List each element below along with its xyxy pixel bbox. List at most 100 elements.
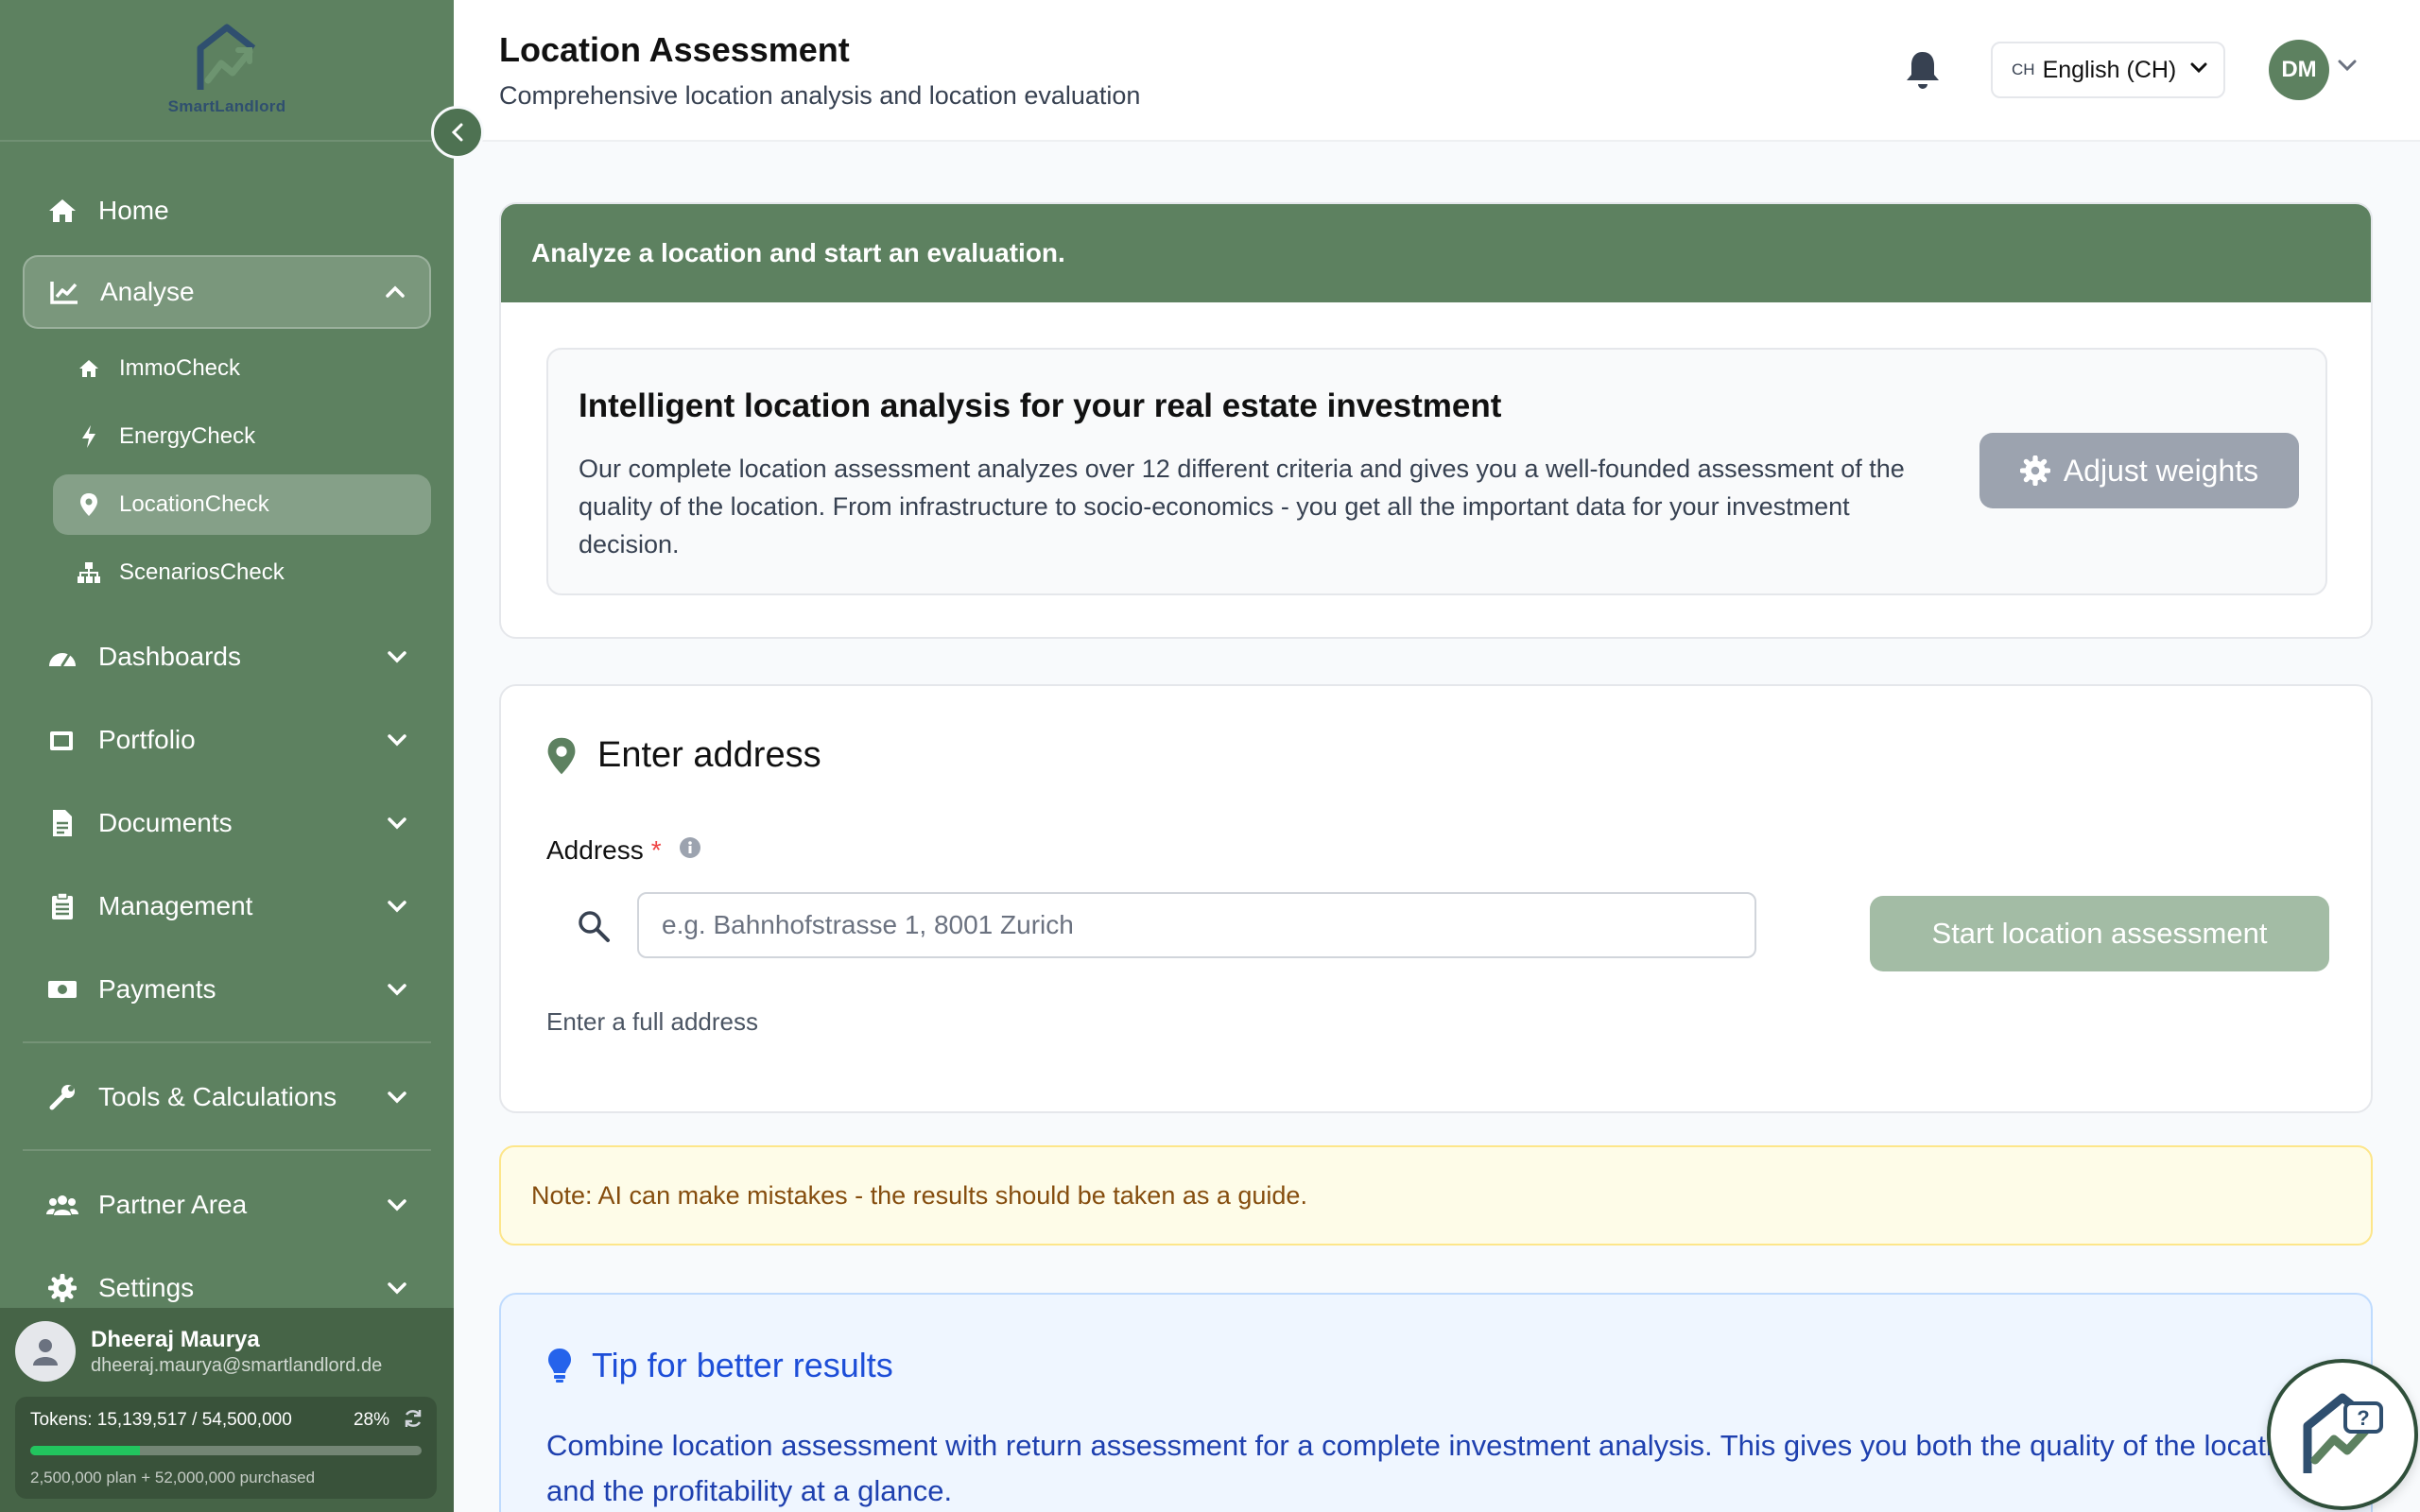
home-icon (42, 198, 83, 224)
document-icon (42, 809, 83, 837)
chevron-left-icon (451, 123, 463, 142)
svg-text:?: ? (2357, 1406, 2369, 1430)
chevron-down-icon (378, 900, 416, 913)
sidebar-item-label: Partner Area (98, 1190, 248, 1219)
sidebar-item-label: Home (98, 196, 169, 225)
chevron-up-icon (376, 285, 414, 299)
adjust-weights-button[interactable]: Adjust weights (1979, 433, 2299, 508)
logo[interactable]: SmartLandlord (0, 0, 454, 142)
sidebar-divider (23, 1149, 431, 1151)
chevron-down-icon (378, 650, 416, 663)
chevron-down-icon[interactable] (2337, 59, 2358, 77)
sidebar-subitem-label: ImmoCheck (119, 355, 241, 381)
address-input[interactable] (637, 892, 1756, 958)
sidebar-subitem-immocheck[interactable]: ImmoCheck (53, 338, 431, 399)
users-icon (42, 1194, 83, 1216)
chart-line-icon (43, 279, 85, 305)
start-location-assessment-button[interactable]: Start location assessment (1870, 896, 2329, 971)
avatar[interactable] (15, 1321, 76, 1382)
user-icon (33, 1339, 58, 1366)
sidebar-divider (23, 1041, 431, 1043)
tip-card: Tip for better results Combine location … (499, 1293, 2373, 1512)
sidebar-subitem-label: EnergyCheck (119, 423, 256, 449)
search-icon (577, 909, 611, 948)
lightbulb-icon (548, 1349, 571, 1383)
wrench-icon (42, 1083, 83, 1111)
chevron-down-icon (378, 1281, 416, 1295)
sidebar-item-tools[interactable]: Tools & Calculations (23, 1060, 431, 1134)
address-section-title: Enter address (546, 735, 821, 776)
sidebar-subitem-scenarioscheck[interactable]: ScenariosCheck (53, 542, 431, 603)
token-breakdown: 2,500,000 plan + 52,000,000 purchased (30, 1469, 316, 1486)
intro-banner: Analyze a location and start an evaluati… (501, 204, 2371, 302)
intro-text: Our complete location assessment analyze… (579, 455, 1905, 558)
token-count: Tokens: 15,139,517 / 54,500,000 (30, 1410, 292, 1430)
token-usage: Tokens: 15,139,517 / 54,500,000 28% 2,50… (15, 1397, 437, 1499)
address-card: Enter address Address * Start location a… (499, 684, 2373, 1113)
sidebar-item-label: Settings (98, 1273, 195, 1302)
token-progress-bar (30, 1446, 422, 1455)
user-email: dheeraj.maurya@smartlandlord.de (91, 1355, 383, 1376)
sidebar-item-documents[interactable]: Documents (23, 786, 431, 860)
help-chat-button[interactable]: ? (2267, 1359, 2418, 1510)
clipboard-icon (42, 892, 83, 920)
intro-title: Intelligent location analysis for your r… (579, 387, 1502, 424)
user-panel: Dheeraj Maurya dheeraj.maurya@smartlandl… (0, 1308, 454, 1512)
chevron-down-icon (378, 816, 416, 830)
gear-icon (42, 1274, 83, 1302)
refresh-icon[interactable] (403, 1408, 424, 1434)
sidebar-subitem-label: LocationCheck (119, 491, 269, 517)
sidebar-item-analyse[interactable]: Analyse (23, 255, 431, 329)
language-select[interactable]: CH English (CH) (1991, 42, 2225, 98)
sidebar-item-label: Dashboards (98, 642, 241, 671)
tip-text: Combine location assessment with return … (546, 1429, 2306, 1507)
bell-icon[interactable] (1904, 49, 1942, 95)
address-section-title-text: Enter address (597, 735, 821, 775)
sidebar-item-label: Management (98, 891, 253, 920)
chevron-down-icon (378, 733, 416, 747)
sidebar-item-label: Portfolio (98, 725, 196, 754)
gauge-icon (42, 645, 83, 668)
tip-title-text: Tip for better results (592, 1346, 893, 1384)
folder-icon (42, 728, 83, 752)
sidebar-collapse-button[interactable] (431, 106, 484, 159)
user-avatar-button[interactable]: DM (2269, 40, 2329, 100)
intro-card: Analyze a location and start an evaluati… (499, 202, 2373, 639)
adjust-weights-label: Adjust weights (2063, 453, 2259, 488)
brand-name: SmartLandlord (167, 97, 286, 115)
user-name: Dheeraj Maurya (91, 1327, 260, 1352)
chevron-down-icon (378, 1091, 416, 1104)
sidebar-item-partner-area[interactable]: Partner Area (23, 1168, 431, 1242)
sidebar-item-dashboards[interactable]: Dashboards (23, 620, 431, 694)
chat-help-icon: ? (2303, 1393, 2383, 1473)
sidebar-item-management[interactable]: Management (23, 869, 431, 943)
sitemap-icon (72, 561, 106, 584)
sidebar-item-label: Payments (98, 974, 216, 1004)
money-icon (42, 979, 83, 1000)
chevron-down-icon (2189, 61, 2208, 78)
chevron-down-icon (378, 1198, 416, 1211)
address-label: Address * (546, 835, 701, 866)
info-icon[interactable] (679, 835, 701, 866)
house-icon (72, 358, 106, 379)
bolt-icon (72, 424, 106, 449)
sidebar: SmartLandlord Home Analyse ImmoCheck Ene… (0, 0, 454, 1512)
sidebar-item-home[interactable]: Home (23, 174, 431, 248)
token-progress-fill (30, 1446, 140, 1455)
sidebar-item-label: Tools & Calculations (98, 1082, 337, 1111)
language-label: English (CH) (2042, 56, 2177, 83)
top-header: Location Assessment Comprehensive locati… (454, 0, 2420, 142)
required-mark: * (650, 835, 662, 865)
sidebar-item-label: Documents (98, 808, 233, 837)
sidebar-subitem-locationcheck[interactable]: LocationCheck (53, 474, 431, 535)
address-hint: Enter a full address (546, 1007, 759, 1036)
page-title: Location Assessment (499, 30, 850, 69)
sidebar-subitem-energycheck[interactable]: EnergyCheck (53, 406, 431, 467)
sidebar-item-portfolio[interactable]: Portfolio (23, 703, 431, 777)
sidebar-item-payments[interactable]: Payments (23, 953, 431, 1026)
intro-box: Intelligent location analysis for your r… (546, 348, 2327, 595)
language-code: CH (2012, 60, 2035, 78)
page-subtitle: Comprehensive location analysis and loca… (499, 81, 1141, 110)
tip-title: Tip for better results (546, 1346, 893, 1385)
map-pin-icon (72, 492, 106, 517)
